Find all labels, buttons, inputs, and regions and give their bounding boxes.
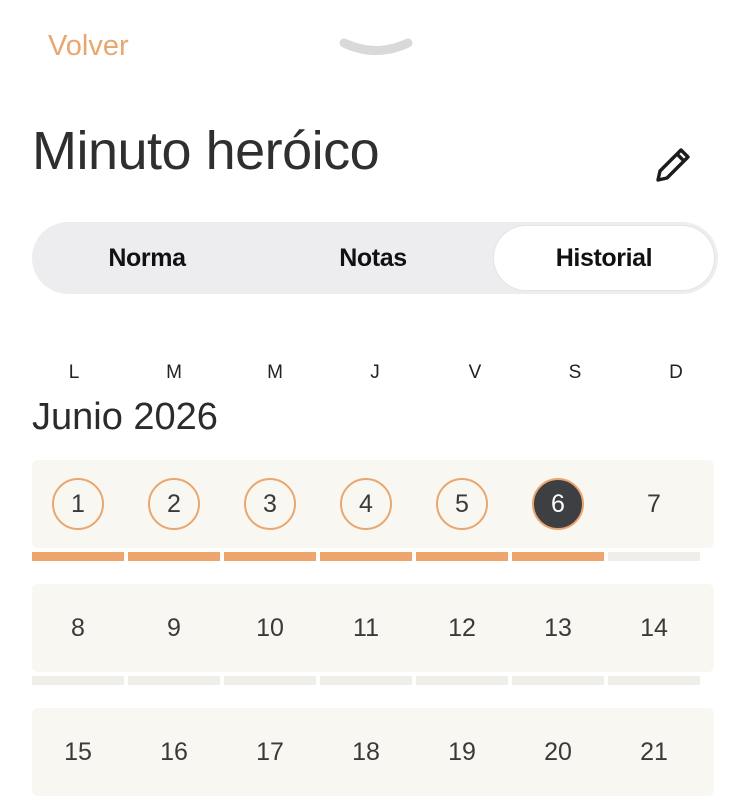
- weekday-label: M: [166, 362, 182, 383]
- day-progress-bar: [32, 676, 124, 685]
- calendar-day[interactable]: 12: [436, 602, 488, 654]
- segmented-control: Norma Notas Historial: [32, 222, 718, 294]
- weekday-label: M: [267, 362, 283, 383]
- weekday-label: J: [370, 362, 380, 383]
- calendar-day[interactable]: 2: [148, 478, 200, 530]
- calendar-day[interactable]: 9: [148, 602, 200, 654]
- day-progress-bar: [320, 676, 412, 685]
- calendar-day[interactable]: 8: [52, 602, 104, 654]
- tab-norma[interactable]: Norma: [36, 226, 258, 290]
- day-progress-bar: [512, 552, 604, 561]
- calendar-day[interactable]: 3: [244, 478, 296, 530]
- day-progress-bar: [128, 676, 220, 685]
- pencil-icon[interactable]: [650, 140, 698, 188]
- day-progress-bar: [416, 552, 508, 561]
- habit-detail-sheet: Volver Minuto heróico Norma Notas Histor…: [0, 0, 750, 800]
- day-progress-bar: [608, 676, 700, 685]
- weekday-label: L: [68, 362, 80, 383]
- calendar-day[interactable]: 19: [436, 726, 488, 778]
- calendar-day[interactable]: 17: [244, 726, 296, 778]
- calendar-day[interactable]: 7: [628, 478, 680, 530]
- calendar-week-row: 8 9 10 11 12 13 14: [32, 584, 714, 672]
- calendar-day[interactable]: 16: [148, 726, 200, 778]
- page-title: Minuto heróico: [32, 121, 380, 181]
- calendar-day[interactable]: 20: [532, 726, 584, 778]
- weekday-header: L M M J V S D: [30, 362, 720, 386]
- calendar-day[interactable]: 10: [244, 602, 296, 654]
- tab-historial[interactable]: Historial: [494, 226, 714, 290]
- calendar-week-row: 1234567: [32, 460, 714, 548]
- calendar-day[interactable]: 11: [340, 602, 392, 654]
- day-progress-bar: [224, 552, 316, 561]
- back-button[interactable]: Volver: [48, 30, 129, 63]
- day-progress-bar: [512, 676, 604, 685]
- day-progress-bar: [128, 552, 220, 561]
- day-progress-bar: [32, 552, 124, 561]
- calendar-day[interactable]: 21: [628, 726, 680, 778]
- day-progress-bar: [608, 552, 700, 561]
- calendar-day[interactable]: 5: [436, 478, 488, 530]
- day-progress-bar: [416, 676, 508, 685]
- day-progress-bar: [320, 552, 412, 561]
- weekday-label: S: [568, 362, 582, 383]
- calendar-day[interactable]: 13: [532, 602, 584, 654]
- day-progress-bar: [224, 676, 316, 685]
- calendar-day[interactable]: 1: [52, 478, 104, 530]
- calendar-week-row: 15 16 17 18 19 20 21: [32, 708, 714, 796]
- calendar-day[interactable]: 14: [628, 602, 680, 654]
- calendar-day[interactable]: 15: [52, 726, 104, 778]
- tab-notas[interactable]: Notas: [262, 226, 484, 290]
- calendar-day[interactable]: 18: [340, 726, 392, 778]
- weekday-label: V: [468, 362, 482, 383]
- calendar-day[interactable]: 6: [532, 478, 584, 530]
- month-title: Junio 2026: [32, 396, 218, 438]
- weekday-label: D: [669, 362, 683, 383]
- calendar-day[interactable]: 4: [340, 478, 392, 530]
- chevron-down-icon[interactable]: [338, 36, 414, 62]
